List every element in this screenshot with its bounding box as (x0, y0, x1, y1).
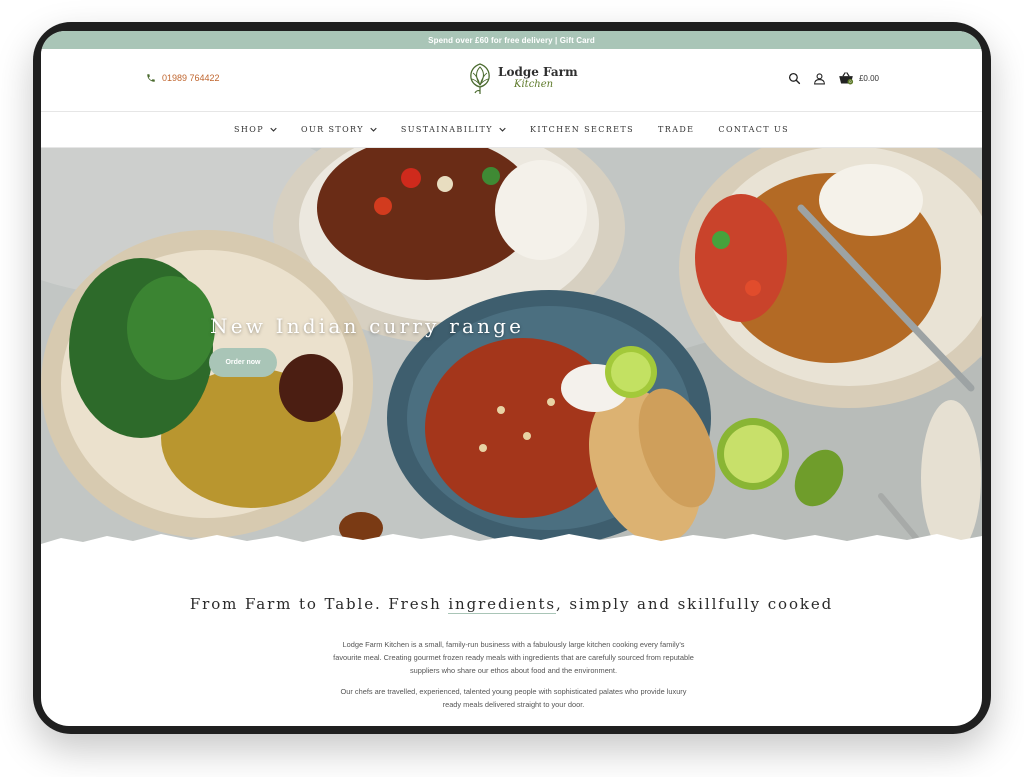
nav-item-contact-us[interactable]: CONTACT US (718, 125, 789, 134)
chevron-down-icon (270, 127, 277, 132)
site-header: 01989 764422 Lodge Farm Kitchen 0 £0.00 (41, 49, 982, 111)
artichoke-logo-icon (470, 63, 490, 94)
nav-label[interactable]: OUR STORY (301, 125, 364, 134)
hero-title: New Indian curry range (210, 314, 525, 338)
nav-item-shop[interactable]: SHOP (234, 125, 277, 134)
phone-icon (147, 74, 155, 82)
chevron-down-icon (499, 127, 506, 132)
logo-name[interactable]: Lodge Farm (498, 66, 578, 79)
nav-item-trade[interactable]: TRADE (658, 125, 694, 134)
chevron-down-icon (370, 127, 377, 132)
hero-food-image (41, 148, 982, 558)
promo-text[interactable]: Spend over £60 for free delivery | Gift … (428, 36, 595, 45)
phone-number[interactable]: 01989 764422 (162, 73, 220, 83)
account-icon (814, 72, 825, 84)
logo-sub[interactable]: Kitchen (514, 79, 578, 90)
tagline-start: From Farm to Table. Fresh (189, 595, 449, 613)
intro-paragraph-2: Our chefs are travelled, experienced, ta… (340, 687, 687, 709)
search-button[interactable] (788, 72, 801, 85)
tagline-highlight: ingredients (448, 595, 557, 614)
order-now-button[interactable]: Order now (209, 348, 277, 377)
phone-link[interactable]: 01989 764422 (146, 73, 220, 83)
account-button[interactable] (813, 72, 826, 85)
browser-screen: Spend over £60 for free delivery | Gift … (41, 31, 982, 726)
nav-label[interactable]: SUSTAINABILITY (401, 125, 493, 134)
intro-tagline: From Farm to Table. Fresh ingredients, s… (41, 595, 982, 614)
nav-label[interactable]: TRADE (658, 125, 694, 134)
nav-item-kitchen-secrets[interactable]: KITCHEN SECRETS (530, 125, 634, 134)
cart-button[interactable]: 0 £0.00 (838, 71, 879, 85)
intro-paragraph-1: Lodge Farm Kitchen is a small, family-ru… (333, 640, 694, 675)
nav-label[interactable]: CONTACT US (718, 125, 789, 134)
site-logo[interactable]: Lodge Farm Kitchen (466, 61, 578, 95)
search-icon (788, 72, 801, 84)
nav-label[interactable]: KITCHEN SECRETS (530, 125, 634, 134)
tagline-end: , simply and skillfully cooked (556, 595, 834, 613)
nav-item-sustainability[interactable]: SUSTAINABILITY (401, 125, 506, 134)
header-icons: 0 £0.00 (788, 71, 879, 85)
main-nav: SHOP OUR STORY SUSTAINABILITY KITCHEN SE… (41, 111, 982, 148)
logo-text[interactable]: Lodge Farm Kitchen (498, 66, 578, 91)
cart-total[interactable]: £0.00 (859, 74, 879, 83)
nav-item-our-story[interactable]: OUR STORY (301, 125, 377, 134)
nav-label[interactable]: SHOP (234, 125, 264, 134)
promo-bar[interactable]: Spend over £60 for free delivery | Gift … (41, 31, 982, 49)
intro-section: From Farm to Table. Fresh ingredients, s… (41, 558, 982, 726)
hero-banner: New Indian curry range Order now (41, 148, 982, 558)
basket-icon: 0 (839, 72, 854, 85)
